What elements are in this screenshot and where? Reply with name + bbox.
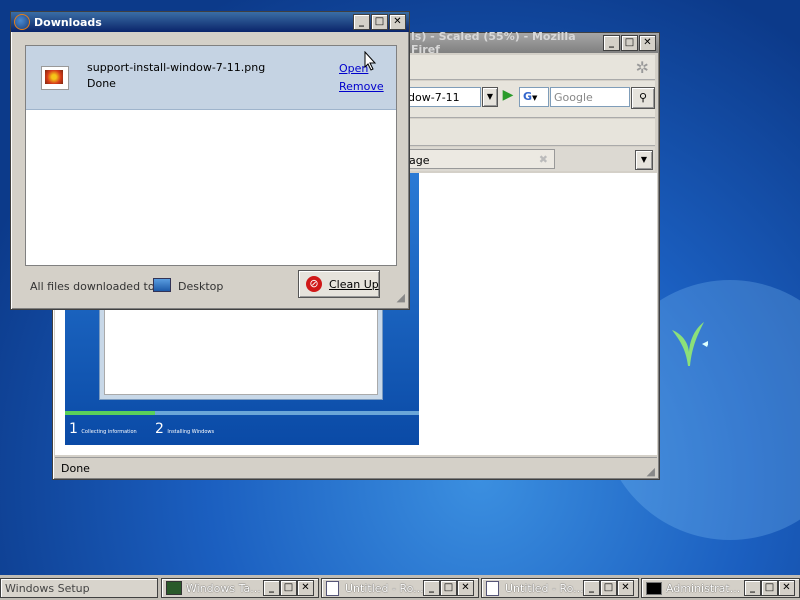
downloads-titlebar[interactable]: Downloads _ □ ✕ bbox=[11, 12, 409, 32]
maximize-button[interactable]: □ bbox=[621, 35, 638, 51]
resize-grip-icon[interactable]: ◢ bbox=[647, 465, 655, 478]
close-button[interactable]: ✕ bbox=[297, 580, 314, 596]
task-manager-icon bbox=[166, 581, 182, 595]
image-file-icon bbox=[41, 66, 69, 90]
minimize-button[interactable]: _ bbox=[353, 14, 370, 30]
taskbar-item-windows-setup[interactable]: Windows Setup bbox=[0, 578, 158, 598]
maximize-button[interactable]: □ bbox=[371, 14, 388, 30]
search-input[interactable]: Google bbox=[550, 87, 630, 107]
setup-progress-bar bbox=[65, 411, 419, 415]
close-button[interactable]: ✕ bbox=[778, 580, 795, 596]
setup-step-1: 1 Collecting information bbox=[69, 421, 137, 437]
go-button[interactable]: ▶ bbox=[498, 87, 518, 107]
maximize-button[interactable]: □ bbox=[280, 580, 297, 596]
files-downloaded-to-label: All files downloaded to: bbox=[30, 280, 159, 293]
downloads-window[interactable]: Downloads _ □ ✕ support-install-window-7… bbox=[10, 11, 410, 310]
downloads-title: Downloads bbox=[34, 15, 102, 29]
maximize-button[interactable]: □ bbox=[600, 580, 617, 596]
taskbar-item-untitled-1[interactable]: Untitled - Ro... _ □ ✕ bbox=[321, 578, 479, 598]
minimize-button[interactable]: _ bbox=[583, 580, 600, 596]
minimize-button[interactable]: _ bbox=[744, 580, 761, 596]
taskbar-item-untitled-2[interactable]: Untitled - Ro... _ □ ✕ bbox=[481, 578, 639, 598]
minimize-button[interactable]: _ bbox=[603, 35, 620, 51]
remove-link[interactable]: Remove bbox=[339, 80, 384, 93]
search-engine-selector[interactable]: G▼ bbox=[519, 87, 549, 107]
notepad-icon bbox=[326, 580, 339, 596]
tab-list-button[interactable]: ▼ bbox=[635, 150, 653, 170]
desktop-folder-icon bbox=[153, 278, 171, 292]
downloads-list[interactable]: support-install-window-7-11.png Done Ope… bbox=[25, 45, 397, 266]
close-button[interactable]: ✕ bbox=[639, 35, 656, 51]
tab-current[interactable]: page ✖ bbox=[395, 149, 555, 169]
command-prompt-icon bbox=[646, 581, 662, 595]
download-status: Done bbox=[87, 77, 116, 90]
setup-step-2: 2 Installing Windows bbox=[155, 421, 215, 437]
download-filename: support-install-window-7-11.png bbox=[87, 61, 266, 74]
status-bar: Done ◢ bbox=[55, 457, 657, 478]
close-button[interactable]: ✕ bbox=[389, 14, 406, 30]
wallpaper-bird-logo bbox=[668, 318, 710, 368]
minimize-button[interactable]: _ bbox=[423, 580, 440, 596]
maximize-button[interactable]: □ bbox=[440, 580, 457, 596]
download-item[interactable]: support-install-window-7-11.png Done Ope… bbox=[26, 46, 396, 110]
firefox-icon bbox=[14, 14, 30, 30]
tab-close-icon[interactable]: ✖ bbox=[539, 153, 548, 166]
maximize-button[interactable]: □ bbox=[761, 580, 778, 596]
mouse-cursor-icon bbox=[364, 50, 378, 71]
resize-grip-icon[interactable]: ◢ bbox=[397, 291, 405, 304]
status-text: Done bbox=[61, 462, 90, 475]
close-button[interactable]: ✕ bbox=[457, 580, 474, 596]
taskbar-item-administrator[interactable]: Administrat... _ □ ✕ bbox=[641, 578, 800, 598]
download-folder[interactable]: Desktop bbox=[178, 280, 223, 293]
throbber-icon: ✲ bbox=[635, 58, 649, 77]
browser-title: ls) - Scaled (55%) - Mozilla Firef bbox=[411, 30, 576, 56]
notepad-icon bbox=[486, 580, 499, 596]
taskbar-item-task-manager[interactable]: Windows Ta... _ □ ✕ bbox=[161, 578, 319, 598]
search-icon[interactable]: ⚲ bbox=[631, 87, 655, 109]
minimize-button[interactable]: _ bbox=[263, 580, 280, 596]
clean-up-button[interactable]: ⊘ Clean Up bbox=[298, 270, 380, 298]
address-dropdown-button[interactable]: ▼ bbox=[482, 87, 498, 107]
downloads-footer: All files downloaded to: Desktop ⊘ Clean… bbox=[11, 268, 407, 306]
no-entry-icon: ⊘ bbox=[306, 276, 322, 292]
close-button[interactable]: ✕ bbox=[617, 580, 634, 596]
